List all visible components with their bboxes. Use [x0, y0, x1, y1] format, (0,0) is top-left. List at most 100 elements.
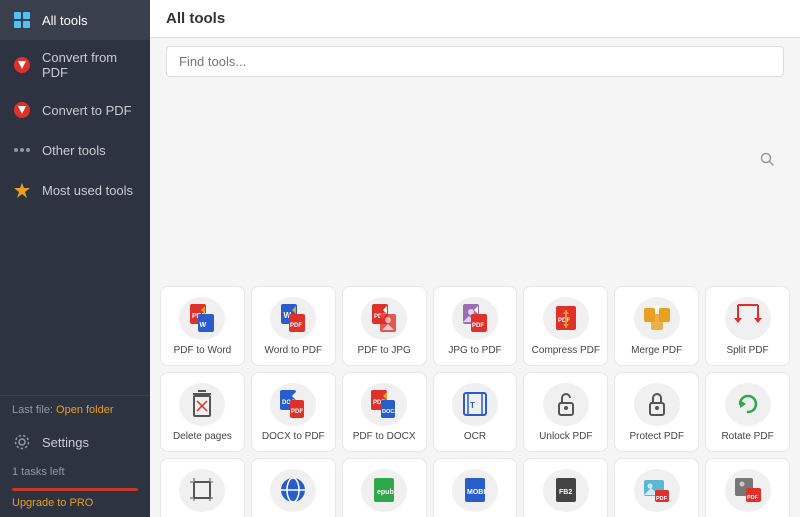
- tool-compress-pdf-label: Compress PDF: [532, 345, 600, 357]
- svg-text:FB2: FB2: [559, 489, 572, 496]
- fb2-to-pdf-icon: FB2: [543, 469, 589, 512]
- open-folder-link[interactable]: Open folder: [56, 404, 113, 416]
- tool-rotate-pdf[interactable]: Rotate PDF: [705, 372, 790, 452]
- tool-jpg-to-pdf[interactable]: PDF JPG to PDF: [433, 286, 518, 366]
- svg-text:PDF: PDF: [656, 496, 668, 502]
- tool-jpg-to-pdf-label: JPG to PDF: [448, 345, 501, 357]
- tool-unlock-pdf[interactable]: Unlock PDF: [523, 372, 608, 452]
- compress-pdf-icon: PDF: [543, 297, 589, 340]
- docx-to-pdf-icon: DOCX PDF: [270, 383, 316, 426]
- svg-text:PDF: PDF: [291, 409, 303, 415]
- tasks-section: 1 tasks left: [0, 460, 150, 484]
- epub-to-pdf-icon: epub: [361, 469, 407, 512]
- pdf-to-jpg-icon: PDF: [361, 297, 407, 340]
- convert-to-pdf-icon: [12, 100, 32, 120]
- star-icon: [12, 180, 32, 200]
- protect-pdf-icon: [634, 383, 680, 426]
- convert-from-pdf-icon: [12, 55, 32, 75]
- tool-mobi-to-pdf[interactable]: MOBI MOBI to PDF: [433, 458, 518, 517]
- sidebar-item-all-tools[interactable]: All tools: [0, 0, 150, 40]
- merge-pdf-icon: [634, 297, 680, 340]
- upgrade-link[interactable]: Upgrade to PRO: [0, 495, 150, 517]
- tool-ocr-label: OCR: [464, 431, 486, 443]
- search-icon: [760, 152, 774, 166]
- last-file-section: Last file: Open folder: [0, 396, 150, 424]
- delete-pages-icon: [179, 383, 225, 426]
- tool-pdf-to-jpg-label: PDF to JPG: [357, 345, 410, 357]
- tool-word-to-pdf[interactable]: W PDF Word to PDF: [251, 286, 336, 366]
- main-header: All tools: [150, 0, 800, 38]
- word-to-pdf-icon: W PDF: [270, 297, 316, 340]
- tool-png-to-pdf[interactable]: PDF PNG to PDF: [614, 458, 699, 517]
- crop-pdf-icon: [179, 469, 225, 512]
- sidebar: All tools Convert from PDF Convert to PD…: [0, 0, 150, 517]
- sidebar-item-convert-to-pdf[interactable]: Convert to PDF: [0, 90, 150, 130]
- tasks-label: 1 tasks left: [12, 466, 65, 478]
- tool-tiff-to-pdf[interactable]: PDF TIFF to PDF: [705, 458, 790, 517]
- settings-icon: [12, 432, 32, 452]
- main-content: All tools PDF W PDF to Word: [150, 0, 800, 517]
- tool-compress-pdf[interactable]: PDF Compress PDF: [523, 286, 608, 366]
- jpg-to-pdf-icon: PDF: [452, 297, 498, 340]
- png-to-pdf-icon: PDF: [634, 469, 680, 512]
- tool-fb2-to-pdf[interactable]: FB2 FB2 to PDF: [523, 458, 608, 517]
- tool-delete-pages-label: Delete pages: [173, 431, 232, 443]
- split-pdf-icon: [725, 297, 771, 340]
- page-title: All tools: [166, 10, 225, 27]
- pdf-to-word-icon: PDF W: [179, 297, 225, 340]
- svg-text:PDF: PDF: [472, 323, 484, 329]
- tool-pdf-to-word-label: PDF to Word: [174, 345, 232, 357]
- sidebar-label-other-tools: Other tools: [42, 143, 106, 158]
- tool-epub-to-pdf[interactable]: epub EPUB to PDF: [342, 458, 427, 517]
- svg-text:PDF: PDF: [290, 323, 302, 329]
- tools-grid: PDF W PDF to Word W PDF Word to PDF: [150, 280, 800, 517]
- tiff-to-pdf-icon: PDF: [725, 469, 771, 512]
- last-file-label: Last file:: [12, 404, 53, 416]
- tool-split-pdf[interactable]: Split PDF: [705, 286, 790, 366]
- tool-pdf-to-word[interactable]: PDF W PDF to Word: [160, 286, 245, 366]
- other-tools-icon: [12, 140, 32, 160]
- svg-text:PDF: PDF: [558, 318, 570, 324]
- tool-pdf-to-jpg[interactable]: PDF PDF to JPG: [342, 286, 427, 366]
- tool-delete-pages[interactable]: Delete pages: [160, 372, 245, 452]
- svg-text:DOCX: DOCX: [382, 409, 398, 415]
- sidebar-item-other-tools[interactable]: Other tools: [0, 130, 150, 170]
- tool-docx-to-pdf[interactable]: DOCX PDF DOCX to PDF: [251, 372, 336, 452]
- svg-text:W: W: [200, 322, 207, 329]
- tool-crop-pdf[interactable]: Crop PDF: [160, 458, 245, 517]
- settings-label: Settings: [42, 435, 89, 450]
- sidebar-item-most-used[interactable]: Most used tools: [0, 170, 150, 210]
- tool-protect-pdf-label: Protect PDF: [629, 431, 683, 443]
- settings-item[interactable]: Settings: [0, 424, 150, 460]
- sidebar-bottom: Last file: Open folder Settings 1 tasks …: [0, 395, 150, 517]
- sidebar-label-convert-from-pdf: Convert from PDF: [42, 50, 138, 80]
- search-input[interactable]: [166, 46, 784, 77]
- tool-split-pdf-label: Split PDF: [726, 345, 768, 357]
- mobi-to-pdf-icon: MOBI: [452, 469, 498, 512]
- html-to-pdf-icon: [270, 469, 316, 512]
- search-bar: [166, 46, 784, 272]
- tool-ocr[interactable]: T OCR: [433, 372, 518, 452]
- tool-protect-pdf[interactable]: Protect PDF: [614, 372, 699, 452]
- tool-unlock-pdf-label: Unlock PDF: [539, 431, 592, 443]
- tool-pdf-to-docx[interactable]: PDF DOCX PDF to DOCX: [342, 372, 427, 452]
- sidebar-item-convert-from-pdf[interactable]: Convert from PDF: [0, 40, 150, 90]
- tool-merge-pdf-label: Merge PDF: [631, 345, 682, 357]
- tool-word-to-pdf-label: Word to PDF: [264, 345, 322, 357]
- upgrade-progress-bar: [12, 488, 138, 491]
- tool-rotate-pdf-label: Rotate PDF: [721, 431, 773, 443]
- unlock-pdf-icon: [543, 383, 589, 426]
- ocr-icon: T: [452, 383, 498, 426]
- tool-html-to-pdf[interactable]: HTML to PDF: [251, 458, 336, 517]
- pdf-to-docx-icon: PDF DOCX: [361, 383, 407, 426]
- svg-text:T: T: [470, 401, 475, 410]
- rotate-pdf-icon: [725, 383, 771, 426]
- svg-text:epub: epub: [377, 489, 394, 496]
- tool-docx-to-pdf-label: DOCX to PDF: [262, 431, 325, 443]
- sidebar-label-convert-to-pdf: Convert to PDF: [42, 103, 132, 118]
- tool-pdf-to-docx-label: PDF to DOCX: [353, 431, 416, 443]
- svg-text:MOBI: MOBI: [467, 489, 485, 496]
- grid-icon: [12, 10, 32, 30]
- svg-text:PDF: PDF: [747, 495, 759, 501]
- tool-merge-pdf[interactable]: Merge PDF: [614, 286, 699, 366]
